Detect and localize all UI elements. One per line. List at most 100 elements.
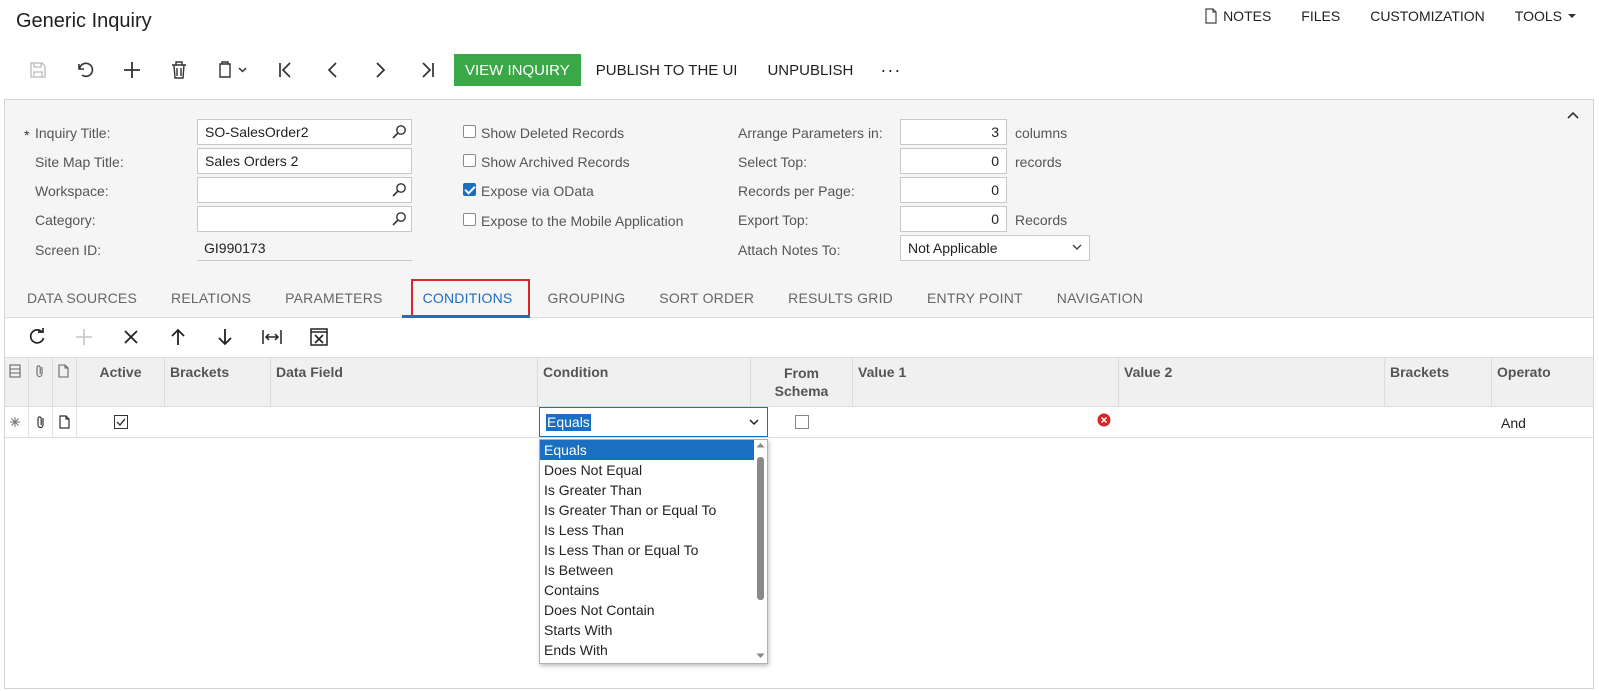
tab-entry-point[interactable]: ENTRY POINT [910,278,1040,318]
tab-label: SORT ORDER [659,290,755,306]
unpublish-button[interactable]: UNPUBLISH [752,54,868,86]
tab-navigation[interactable]: NAVIGATION [1040,278,1160,318]
condition-option[interactable]: Is Greater Than [540,480,754,500]
next-record-button[interactable] [356,54,403,86]
condition-dropdown: Equals Does Not Equal Is Greater Than Is Gr… [539,439,768,664]
last-record-button[interactable] [403,54,450,86]
scroll-up-arrow-icon[interactable] [756,442,765,448]
tools-button[interactable]: TOOLS [1515,8,1577,24]
condition-option[interactable]: Does Not Contain [540,600,754,620]
site-map-title-field[interactable]: Sales Orders 2 [197,148,412,174]
checked-checkbox-icon[interactable] [114,415,128,429]
header-condition[interactable]: Condition [538,358,751,406]
table-row[interactable]: Equals And [5,407,1593,438]
export-top-unit: Records [1015,212,1068,228]
value-2-cell[interactable] [1119,407,1385,437]
delete-button[interactable] [155,54,202,86]
from-schema-cell[interactable] [751,407,853,437]
condition-option[interactable]: Is Less Than [540,520,754,540]
condition-option[interactable]: Contains [540,580,754,600]
attach-notes-select[interactable]: Not Applicable [900,235,1090,261]
header-data-field[interactable]: Data Field [271,358,538,406]
refresh-button[interactable] [13,325,60,349]
search-icon[interactable] [392,211,407,226]
header-brackets-2[interactable]: Brackets [1385,358,1492,406]
condition-option[interactable]: Ends With [540,640,754,660]
site-map-title-value: Sales Orders 2 [205,153,299,169]
tab-sort-order[interactable]: SORT ORDER [642,278,771,318]
category-field[interactable] [197,206,412,232]
document-icon[interactable] [59,415,71,429]
value-1-cell[interactable] [853,407,1119,437]
row-notes-cell[interactable] [53,407,77,437]
show-archived-checkbox[interactable] [463,154,476,167]
condition-option[interactable]: Does Not Equal [540,460,754,480]
condition-option[interactable]: Equals [540,440,754,460]
tab-label: NAVIGATION [1056,290,1144,306]
condition-option[interactable]: Starts With [540,620,754,640]
expose-mobile-checkbox[interactable] [463,213,476,226]
tab-data-sources[interactable]: DATA SOURCES [5,278,154,318]
inquiry-title-field[interactable]: SO-SalesOrder2 [197,119,412,145]
records-per-page-field[interactable]: 0 [900,177,1007,203]
condition-option[interactable]: Is Less Than or Equal To [540,540,754,560]
previous-record-button[interactable] [309,54,356,86]
brackets-2-cell[interactable] [1385,407,1492,437]
expose-odata-checkbox[interactable] [463,183,476,196]
header-from-schema[interactable]: From Schema [751,358,853,406]
dropdown-scrollbar[interactable] [754,440,767,663]
move-up-button[interactable] [154,325,201,349]
export-excel-button[interactable] [295,325,342,349]
search-icon[interactable] [392,182,407,197]
tab-bar: DATA SOURCES RELATIONS PARAMETERS CONDIT… [5,278,1160,318]
condition-option[interactable]: Is Greater Than or Equal To [540,500,754,520]
move-down-button[interactable] [201,325,248,349]
tab-results-grid[interactable]: RESULTS GRID [771,278,910,318]
header-value-1[interactable]: Value 1 [853,358,1119,406]
header-value-2[interactable]: Value 2 [1119,358,1385,406]
collapse-button[interactable] [1567,106,1579,122]
row-selector-cell[interactable] [5,407,29,437]
view-inquiry-button[interactable]: VIEW INQUIRY [454,54,581,86]
row-attachment-cell[interactable] [29,407,53,437]
save-button[interactable] [14,54,61,86]
tab-grouping[interactable]: GROUPING [530,278,642,318]
operator-value[interactable]: And [1501,415,1526,431]
files-button[interactable]: FILES [1301,8,1340,24]
save-icon [29,62,46,78]
clipboard-menu-button[interactable] [202,54,262,86]
scrollbar-thumb[interactable] [757,457,764,600]
workspace-field[interactable] [197,177,412,203]
header-operator[interactable]: Operato [1492,358,1593,406]
unchecked-checkbox-icon[interactable] [795,415,809,429]
active-cell[interactable] [77,407,165,437]
fit-columns-button[interactable] [248,325,295,349]
show-deleted-checkbox[interactable] [463,125,476,138]
condition-option[interactable]: Is Between [540,560,754,580]
header-brackets[interactable]: Brackets [165,358,271,406]
first-record-button[interactable] [262,54,309,86]
search-icon[interactable] [392,124,407,139]
condition-select[interactable]: Equals [539,407,768,437]
tab-conditions[interactable]: CONDITIONS [401,278,531,318]
paperclip-icon[interactable] [35,415,47,429]
add-row-button[interactable] [60,325,107,349]
notes-button[interactable]: NOTES [1204,8,1271,24]
more-button[interactable]: ··· [868,54,913,86]
select-top-field[interactable]: 0 [900,148,1007,174]
top-menu: NOTES FILES CUSTOMIZATION TOOLS [1204,8,1577,24]
tab-relations[interactable]: RELATIONS [154,278,268,318]
category-label: Category: [35,212,96,228]
delete-row-button[interactable] [107,325,154,349]
add-button[interactable] [108,54,155,86]
condition-value: Equals [546,414,591,431]
publish-button[interactable]: PUBLISH TO THE UI [581,54,753,86]
export-top-field[interactable]: 0 [900,206,1007,232]
customization-button[interactable]: CUSTOMIZATION [1370,8,1485,24]
scroll-down-arrow-icon[interactable] [756,653,765,659]
arrange-params-field[interactable]: 3 [900,119,1007,145]
undo-button[interactable] [61,54,108,86]
tab-parameters[interactable]: PARAMETERS [268,278,399,318]
expose-odata-label: Expose via OData [481,183,594,199]
header-active[interactable]: Active [77,358,165,406]
